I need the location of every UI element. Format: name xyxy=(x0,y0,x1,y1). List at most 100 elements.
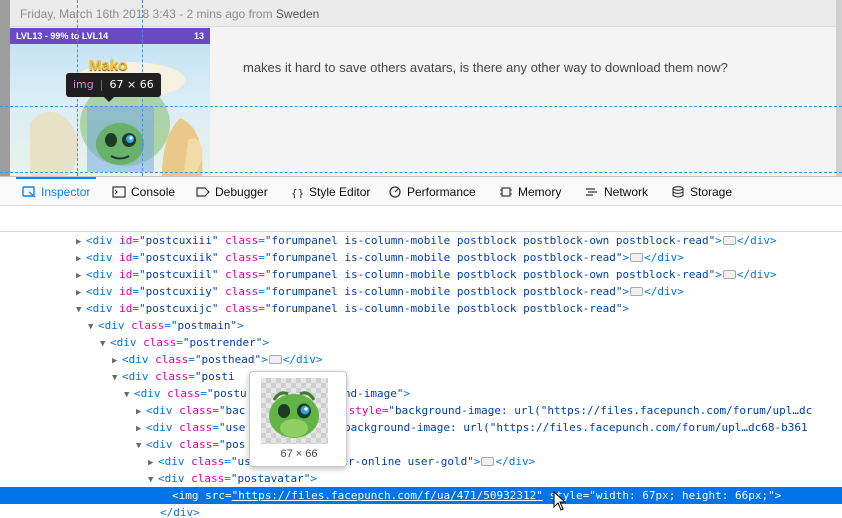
markup-line[interactable]: ▶ <div id="postcuxiil" class="forumpanel … xyxy=(0,266,842,283)
attr-value[interactable]: "pos xyxy=(219,438,246,451)
level-number: 13 xyxy=(193,31,204,41)
attr-value[interactable]: "width: 67px; height: 66px;" xyxy=(589,489,774,502)
tab-label: Console xyxy=(131,185,176,199)
mouse-pointer-icon xyxy=(553,491,566,511)
tab-label: Inspector xyxy=(41,185,91,199)
post-body-text: makes it hard to save others avatars, is… xyxy=(243,60,728,75)
avatar-creature-icon xyxy=(269,391,319,438)
post-meta-bar: Friday, March 16th 2018 3:43 - 2 mins ag… xyxy=(10,0,836,27)
markup-line[interactable]: ▼ <div class="postu ound-image"> xyxy=(0,385,842,402)
user-card: LVL13 - 99% to LVL14 13 Mako xyxy=(10,28,210,176)
markup-line[interactable]: ▼ <div class="postmain"> xyxy=(0,317,842,334)
markup-line[interactable]: ▶ <div class="use "background-image: url("… xyxy=(0,419,842,436)
attr-value[interactable]: "postrender" xyxy=(183,336,262,349)
memory-icon xyxy=(499,186,513,198)
markup-line[interactable]: </div> xyxy=(0,504,842,518)
attr-value[interactable]: "forumpanel is-column-mobile postblock p… xyxy=(265,251,623,264)
attr-value[interactable]: "postavatar" xyxy=(231,472,310,485)
avatar-creature-icon xyxy=(96,123,144,165)
markup-line-selected[interactable]: <img src="https://files.facepunch.com/f/… xyxy=(0,487,842,504)
markup-line[interactable]: ▶ <div class="use er-online user-gold"> </d… xyxy=(0,453,842,470)
attr-name: style xyxy=(348,404,382,417)
tab-label: Memory xyxy=(518,185,562,199)
tab-debugger[interactable]: Debugger xyxy=(196,177,268,206)
performance-icon xyxy=(388,186,402,198)
tab-label: Performance xyxy=(407,185,476,199)
avatar-username: Mako xyxy=(89,57,128,74)
collapsed-ellipsis-icon[interactable] xyxy=(481,457,495,466)
storage-icon xyxy=(671,186,685,198)
attr-value[interactable]: "postcuxiii" xyxy=(139,234,218,247)
markup-line[interactable]: ▼ <div class="postavatar"> xyxy=(0,470,842,487)
attr-value[interactable]: "forumpanel is-column-mobile postblock p… xyxy=(265,285,623,298)
attr-value[interactable]: "background-image: url("https://files.fa… xyxy=(337,421,807,434)
attr-value[interactable]: "posthead" xyxy=(195,353,261,366)
network-icon xyxy=(585,186,599,198)
collapsed-ellipsis-icon[interactable] xyxy=(268,355,282,364)
devtools-panel: Inspector Console Debugger {} Style Edito… xyxy=(0,176,842,518)
attr-value[interactable]: "forumpanel is-column-mobile postblock p… xyxy=(265,302,623,315)
img-src-link[interactable]: "https://files.facepunch.com/f/ua/471/50… xyxy=(232,489,543,502)
node-tag-name: img xyxy=(73,78,94,91)
collapsed-ellipsis-icon[interactable] xyxy=(630,253,644,262)
markup-view: ▶ <div id="postcuxiii" class="forumpanel … xyxy=(0,232,842,518)
collapsed-ellipsis-icon[interactable] xyxy=(630,287,644,296)
markup-line[interactable]: ▼ <div class="posti xyxy=(0,368,842,385)
attr-value-tail[interactable]: er-online user-gold" xyxy=(341,455,473,468)
attr-value[interactable]: "posti xyxy=(195,370,235,383)
page-scrollbar[interactable] xyxy=(836,0,842,176)
tab-inspector[interactable]: Inspector xyxy=(15,177,97,206)
inspector-icon xyxy=(22,186,36,198)
image-preview-dimensions: 67 × 66 xyxy=(280,448,318,460)
svg-text:{}: {} xyxy=(291,187,304,198)
braces-icon: {} xyxy=(290,186,304,198)
markup-search-bar[interactable] xyxy=(0,206,842,232)
attr-value[interactable]: "postu xyxy=(207,387,247,400)
attr-value[interactable]: "postcuxiiy" xyxy=(139,285,218,298)
tab-style-editor[interactable]: {} Style Editor xyxy=(290,177,370,206)
post-date: Friday, March 16th 2018 3:43 - 2 mins ag… xyxy=(20,7,246,21)
tab-label: Style Editor xyxy=(309,185,371,199)
markup-line[interactable]: ▶ <div id="postcuxiik" class="forumpanel … xyxy=(0,249,842,266)
from-label: from xyxy=(248,7,273,21)
attr-value[interactable]: "background-image: url("https://files.fa… xyxy=(388,404,812,417)
markup-line[interactable]: ▼ <div class="postrender"> xyxy=(0,334,842,351)
markup-line[interactable]: ▼ <div id="postcuxijc" class="forumpanel … xyxy=(0,300,842,317)
markup-line[interactable]: ▶<div class="bac" style="background-imag… xyxy=(0,402,842,419)
level-text: LVL13 - 99% to LVL14 xyxy=(16,31,109,41)
attr-value[interactable]: "postcuxiil" xyxy=(139,268,218,281)
collapsed-ellipsis-icon[interactable] xyxy=(722,236,736,245)
markup-line[interactable]: ▼ <div class="pos xyxy=(0,436,842,453)
attr-value[interactable]: "postcuxijc" xyxy=(139,302,218,315)
tab-label: Storage xyxy=(690,185,733,199)
avatar-image[interactable] xyxy=(87,106,154,172)
markup-line[interactable]: ▶ <div id="postcuxiii" class="forumpanel … xyxy=(0,232,842,249)
tab-label: Network xyxy=(604,185,649,199)
node-dimensions: 67 × 66 xyxy=(109,78,154,91)
tab-console[interactable]: Console xyxy=(112,177,175,206)
attr-value[interactable]: "bac xyxy=(219,404,246,417)
tab-network[interactable]: Network xyxy=(585,177,648,206)
markup-line[interactable]: ▶ <div id="postcuxiiy" class="forumpanel … xyxy=(0,283,842,300)
attr-value[interactable]: "forumpanel is-column-mobile postblock p… xyxy=(265,234,715,247)
tab-memory[interactable]: Memory xyxy=(499,177,561,206)
post-location: Sweden xyxy=(275,7,320,21)
left-scroll-strip xyxy=(0,0,10,176)
tab-performance[interactable]: Performance xyxy=(388,177,476,206)
console-icon xyxy=(112,186,126,198)
image-preview-tooltip: 67 × 66 xyxy=(249,371,347,467)
devtools-tab-bar: Inspector Console Debugger {} Style Edito… xyxy=(0,177,842,206)
attr-value[interactable]: "forumpanel is-column-mobile postblock p… xyxy=(265,268,715,281)
tab-label: Debugger xyxy=(215,185,268,199)
debugger-icon xyxy=(196,186,210,198)
page-viewport: Friday, March 16th 2018 3:43 - 2 mins ag… xyxy=(0,0,842,176)
image-preview-thumbnail xyxy=(261,378,328,444)
tab-storage[interactable]: Storage xyxy=(671,177,732,206)
level-bar: LVL13 - 99% to LVL14 13 xyxy=(10,28,210,44)
markup-line[interactable]: ▶ <div class="posthead"> </div> xyxy=(0,351,842,368)
attr-value[interactable]: "postmain" xyxy=(171,319,237,332)
node-infobar-tooltip: img | 67 × 66 xyxy=(66,73,161,102)
attr-value[interactable]: "postcuxiik" xyxy=(139,251,218,264)
attr-value[interactable]: "use xyxy=(219,421,246,434)
collapsed-ellipsis-icon[interactable] xyxy=(722,270,736,279)
